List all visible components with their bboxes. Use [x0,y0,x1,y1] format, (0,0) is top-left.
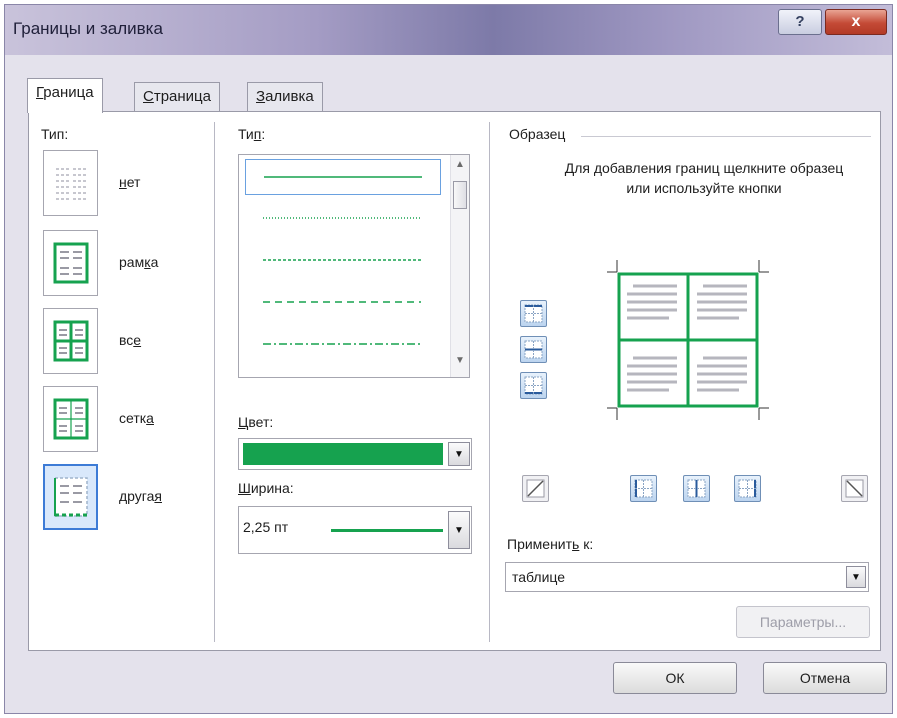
diagonal-up-button[interactable] [841,475,868,502]
border-bottom-icon [524,376,543,395]
border-top-button[interactable] [520,300,547,327]
preview-hint: Для добавления границ щелкните образец и… [564,160,844,196]
chevron-down-icon: ▼ [454,524,464,536]
apply-to-value: таблице [512,569,566,585]
line-style-small-dash[interactable] [245,243,441,279]
border-bottom-button[interactable] [520,372,547,399]
scroll-up-arrow-icon[interactable]: ▲ [455,159,465,170]
ok-button[interactable]: ОК [613,662,737,694]
line-style-dotted[interactable] [245,201,441,237]
diagonal-up-icon [526,479,545,498]
border-right-icon [738,479,757,498]
diagonal-down-icon [845,479,864,498]
setting-all-label: все [119,332,142,348]
border-left-icon [634,479,653,498]
preview-title-rule [581,136,871,137]
close-button[interactable]: x [825,9,887,35]
options-button[interactable]: Параметры... [736,606,870,638]
border-right-button[interactable] [734,475,761,502]
border-inside-horizontal-icon [524,340,543,359]
border-inside-horizontal-button[interactable] [520,336,547,363]
setting-custom-icon [43,464,98,530]
color-combo[interactable]: ▼ [238,438,472,470]
line-style-scrollbar[interactable]: ▲ ▼ [450,155,469,377]
divider-left [214,122,215,642]
border-inside-vertical-icon [687,479,706,498]
tab-border-rest: раница [43,84,94,101]
cancel-button[interactable]: Отмена [763,662,887,694]
tab-shading[interactable]: Заливка [247,82,323,112]
width-label: Ширина: [238,480,294,496]
color-swatch [243,443,443,465]
preview-title: Образец [509,126,566,142]
line-style-solid[interactable] [245,159,441,195]
setting-grid-label: сетка [119,410,154,426]
tab-page-rest: траница [153,88,211,105]
tab-shading-key: З [256,88,266,105]
setting-none-label: нет [119,174,141,190]
borders-shading-dialog: Границы и заливка ? x Граница Страница З… [4,4,893,714]
setting-box-label: рамка [119,254,159,270]
color-dropdown-button[interactable]: ▼ [448,442,470,466]
apply-to-label: Применить к: [507,536,594,552]
tab-panel: Тип: нет рамка все сетка другая Тип: ▲ ▼… [28,111,881,651]
scroll-thumb[interactable] [453,181,467,209]
tab-shading-rest: аливка [265,88,314,105]
diagonal-down-button[interactable] [522,475,549,502]
width-combo[interactable]: 2,25 пт ▼ [238,506,472,554]
line-style-list[interactable]: ▲ ▼ [238,154,470,378]
setting-none-icon [43,150,98,216]
tab-page[interactable]: Страница [134,82,220,112]
width-value: 2,25 пт [243,519,289,535]
width-line-sample [331,529,443,532]
color-label: Цвет: [238,414,274,430]
window-title: Границы и заливка [13,19,163,38]
border-top-icon [524,304,543,323]
help-button[interactable]: ? [778,9,822,35]
setting-all-icon [43,308,98,374]
tab-border[interactable]: Граница [27,78,103,113]
setting-label: Тип: [41,126,69,142]
apply-to-dropdown-button[interactable]: ▼ [846,566,866,588]
width-dropdown-button[interactable]: ▼ [448,511,470,549]
setting-custom-label: другая [119,488,162,504]
scroll-down-arrow-icon[interactable]: ▼ [455,355,465,366]
divider-right [489,122,490,642]
line-style-dash-dot[interactable] [245,327,441,363]
chevron-down-icon: ▼ [454,448,464,460]
style-label: Тип: [238,126,266,142]
tab-page-key: С [143,88,154,105]
setting-box-icon [43,230,98,296]
title-bar: Границы и заливка ? x [5,5,892,55]
apply-to-select[interactable]: таблице ▼ [505,562,869,592]
border-left-button[interactable] [630,475,657,502]
chevron-down-icon: ▼ [851,571,861,583]
setting-grid-icon [43,386,98,452]
line-style-dashed[interactable] [245,285,441,321]
preview-sample[interactable] [599,260,775,420]
border-inside-vertical-button[interactable] [683,475,710,502]
